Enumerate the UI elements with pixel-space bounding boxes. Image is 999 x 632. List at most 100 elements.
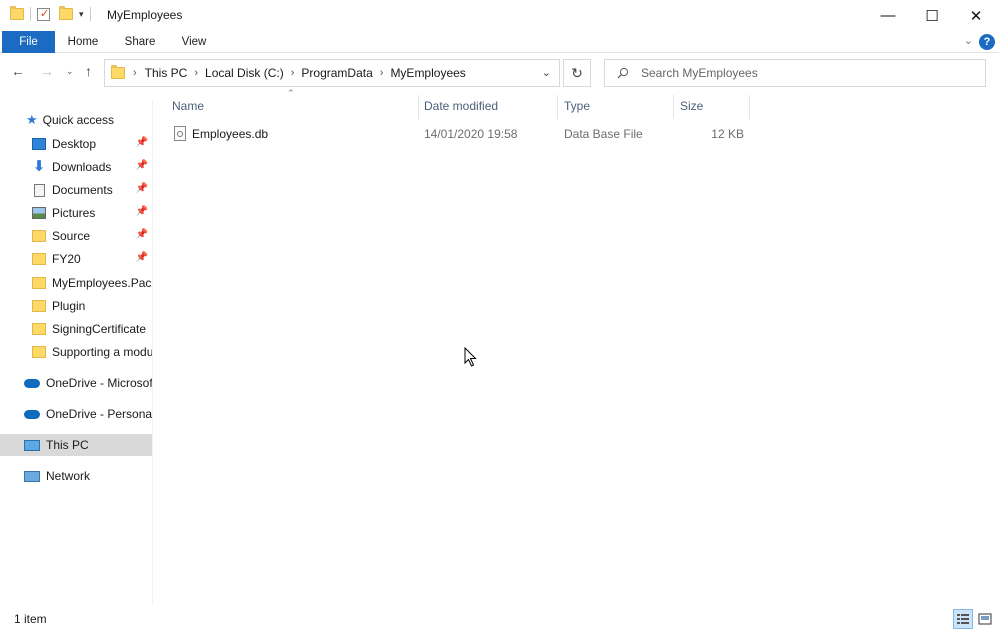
table-row[interactable]: Employees.db 14/01/2020 19:58 Data Base …: [168, 124, 750, 144]
tab-home[interactable]: Home: [61, 31, 105, 53]
expand-ribbon-icon[interactable]: ⌄: [964, 34, 973, 47]
nav-onedrive-personal[interactable]: OneDrive - Personal: [0, 403, 152, 425]
nav-item-myemployees-pack[interactable]: MyEmployees.Pack: [0, 272, 152, 294]
nav-this-pc[interactable]: This PC: [0, 434, 152, 456]
nav-item-label: Documents: [52, 183, 113, 197]
file-name: Employees.db: [192, 127, 269, 141]
column-header-name[interactable]: Name: [172, 95, 416, 117]
network-icon: [24, 470, 40, 482]
maximize-button[interactable]: ☐: [910, 0, 954, 31]
file-size: 12 KB: [711, 127, 744, 141]
nav-quick-access[interactable]: ★ Quick access: [0, 109, 152, 131]
pin-icon[interactable]: 📌: [136, 160, 148, 171]
toolbar-divider: [30, 7, 31, 21]
nav-item-downloads[interactable]: ⬇ Downloads 📌: [0, 156, 152, 178]
details-view-icon: [957, 614, 969, 624]
nav-item-label: Source: [52, 229, 91, 243]
ribbon-tabs: File Home Share View ⌄ ?: [0, 31, 999, 53]
nav-item-desktop[interactable]: Desktop 📌: [0, 133, 152, 155]
documents-icon: [34, 183, 45, 197]
breadcrumb-local-disk[interactable]: Local Disk (C:): [205, 66, 284, 80]
pin-icon[interactable]: 📌: [136, 137, 148, 148]
recent-locations-chevron-icon[interactable]: ⌄: [66, 66, 74, 77]
cloud-icon: [24, 378, 40, 388]
folder-icon: [111, 65, 125, 79]
tab-share[interactable]: Share: [118, 31, 162, 53]
back-arrow-icon[interactable]: ←: [11, 63, 25, 79]
folder-icon: [32, 230, 46, 242]
help-icon[interactable]: ?: [979, 34, 995, 50]
nav-item-label: MyEmployees.Pack: [52, 276, 152, 290]
folder-icon: [32, 300, 46, 312]
star-icon: ★: [26, 112, 38, 127]
maximize-icon: ☐: [925, 7, 939, 25]
nav-item-label: Supporting a modu: [52, 345, 152, 359]
title-bar: ✓ ▾ MyEmployees — ☐ ✕: [0, 0, 999, 31]
pin-icon[interactable]: 📌: [136, 229, 148, 240]
column-header-type[interactable]: Type: [564, 95, 670, 117]
nav-item-documents[interactable]: Documents 📌: [0, 179, 152, 201]
desktop-icon: [32, 138, 46, 150]
large-icons-view-icon: [978, 613, 992, 625]
status-item-count: 1 item: [14, 612, 47, 626]
address-bar[interactable]: › This PC › Local Disk (C:) › ProgramDat…: [104, 59, 560, 87]
new-folder-icon[interactable]: [59, 6, 73, 20]
breadcrumb-programdata[interactable]: ProgramData: [301, 66, 372, 80]
nav-this-pc-label: This PC: [46, 438, 89, 452]
quick-access-toolbar: ✓ ▾: [10, 6, 91, 21]
large-icons-view-button[interactable]: [975, 609, 995, 629]
file-type: Data Base File: [564, 127, 643, 141]
breadcrumb-separator-icon[interactable]: ›: [380, 67, 384, 79]
nav-item-label: Downloads: [52, 160, 112, 174]
forward-arrow-icon[interactable]: →: [40, 63, 54, 79]
breadcrumb-separator-icon[interactable]: ›: [291, 67, 295, 79]
tab-view[interactable]: View: [174, 31, 214, 53]
computer-icon: [24, 439, 40, 451]
column-divider[interactable]: [557, 95, 558, 119]
nav-item-label: Plugin: [52, 299, 86, 313]
pin-icon[interactable]: 📌: [136, 183, 148, 194]
breadcrumb-separator-icon[interactable]: ›: [194, 67, 198, 79]
nav-item-label: Desktop: [52, 137, 97, 151]
nav-item-source[interactable]: Source 📌: [0, 225, 152, 247]
breadcrumb-separator-icon[interactable]: ›: [133, 67, 137, 79]
column-divider[interactable]: [673, 95, 674, 119]
column-header-size[interactable]: Size: [680, 95, 746, 117]
nav-network[interactable]: Network: [0, 465, 152, 487]
minimize-button[interactable]: —: [866, 0, 910, 31]
mouse-cursor-icon: [464, 347, 477, 367]
nav-onedrive-microsoft[interactable]: OneDrive - Microsoft: [0, 372, 152, 394]
nav-item-label: SigningCertificate: [52, 322, 147, 336]
folder-icon: [32, 277, 46, 289]
chevron-down-icon[interactable]: ⌄: [542, 66, 551, 79]
search-box[interactable]: [604, 59, 986, 87]
nav-item-supporting-a-module[interactable]: Supporting a modu: [0, 341, 152, 363]
nav-item-pictures[interactable]: Pictures 📌: [0, 202, 152, 224]
details-view-button[interactable]: [953, 609, 973, 629]
breadcrumb-this-pc[interactable]: This PC: [145, 66, 188, 80]
toolbar-divider: [89, 7, 91, 21]
column-header-date-modified[interactable]: Date modified: [424, 95, 554, 117]
nav-item-plugin[interactable]: Plugin: [0, 295, 152, 317]
refresh-icon: ↻: [571, 64, 583, 81]
customize-chevron-icon[interactable]: ▾: [79, 9, 84, 20]
nav-item-signingcertificate[interactable]: SigningCertificate: [0, 318, 152, 340]
nav-item-fy20[interactable]: FY20 📌: [0, 248, 152, 270]
close-button[interactable]: ✕: [954, 0, 998, 31]
breadcrumb-myemployees[interactable]: MyEmployees: [390, 66, 465, 80]
column-divider[interactable]: [749, 95, 750, 119]
properties-icon[interactable]: ✓: [37, 7, 50, 21]
pin-icon[interactable]: 📌: [136, 206, 148, 217]
tab-file[interactable]: File: [2, 31, 55, 53]
pin-icon[interactable]: 📌: [136, 252, 148, 263]
search-input[interactable]: [641, 66, 971, 80]
column-divider[interactable]: [418, 95, 419, 119]
cloud-icon: [24, 409, 40, 419]
navigation-pane: ★ Quick access Desktop 📌 ⬇ Downloads 📌 D…: [0, 100, 153, 605]
refresh-button[interactable]: ↻: [563, 59, 591, 87]
nav-onedrive-microsoft-label: OneDrive - Microsoft: [46, 376, 152, 390]
folder-icon[interactable]: [10, 6, 24, 20]
up-arrow-icon[interactable]: ↑: [85, 63, 92, 79]
window-title: MyEmployees: [107, 8, 183, 22]
database-file-icon: [174, 126, 186, 141]
